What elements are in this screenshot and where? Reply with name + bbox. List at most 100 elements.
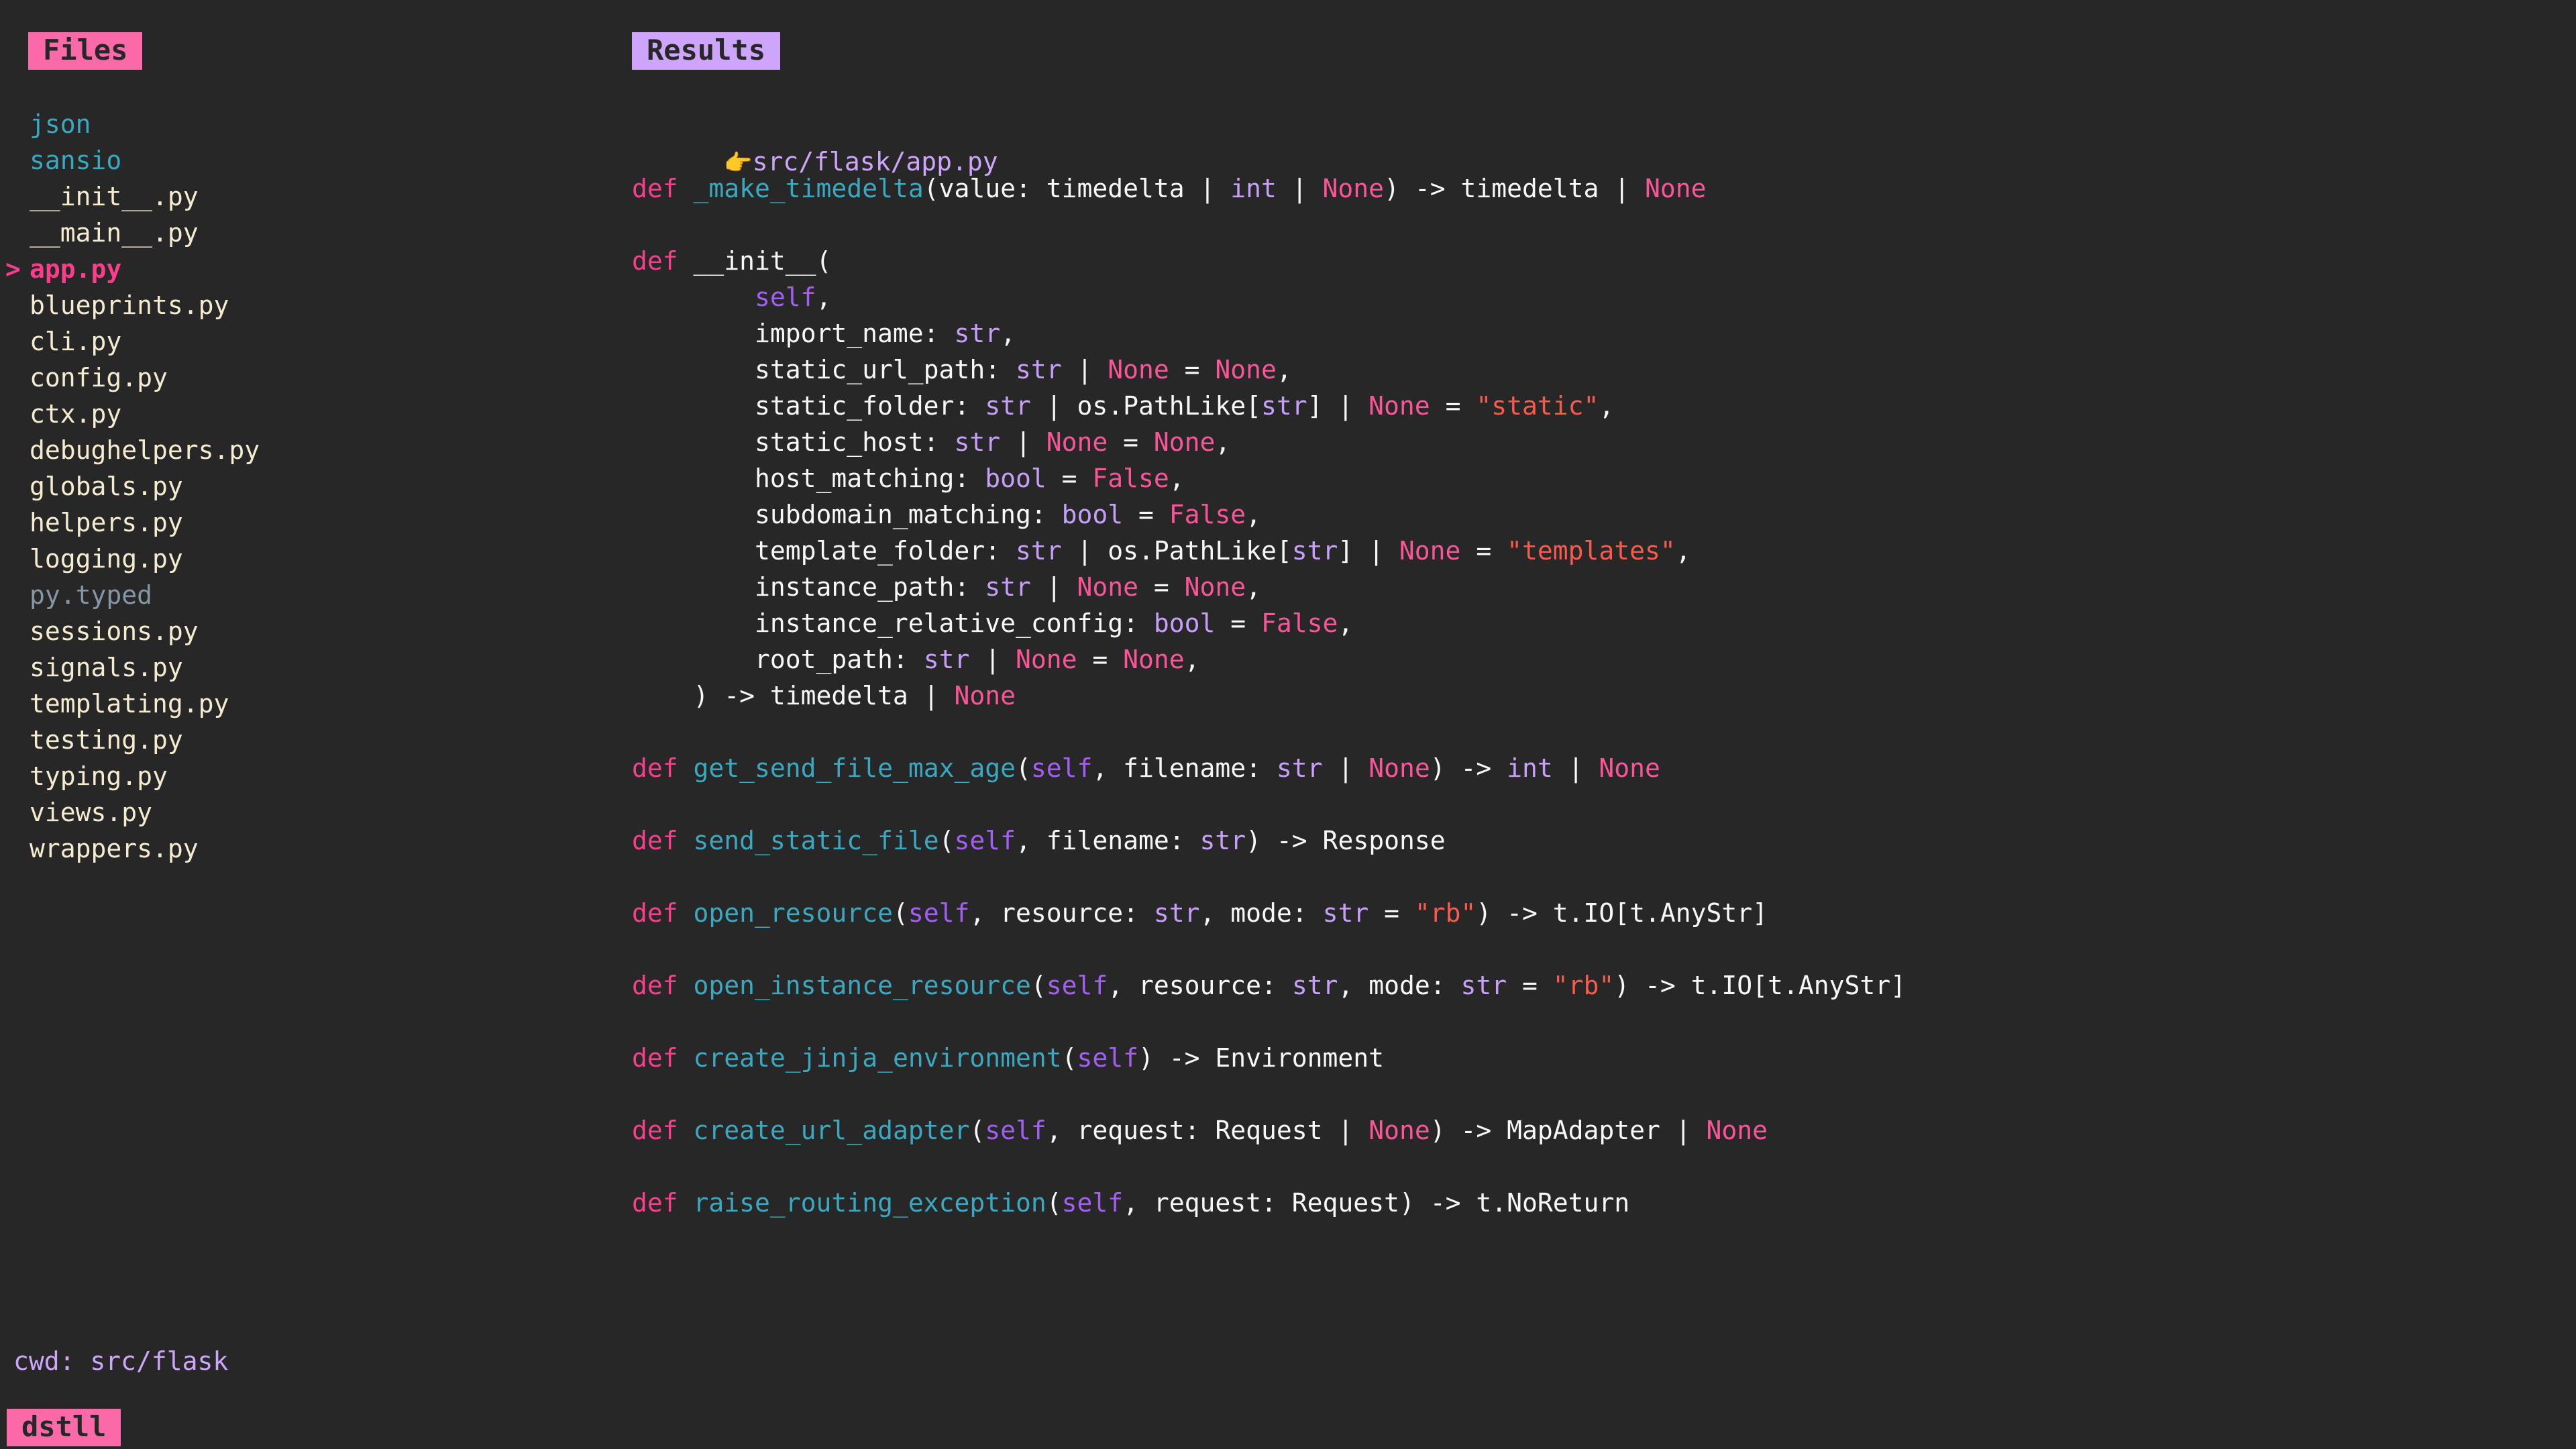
file-list-item[interactable]: blueprints.py — [0, 287, 604, 323]
code-token: "templates" — [1507, 536, 1676, 566]
code-token: ( — [938, 826, 955, 855]
code-token: ) -> MapAdapter | — [1430, 1116, 1707, 1145]
files-header-badge: Files — [28, 32, 143, 70]
code-token: = — [1108, 427, 1154, 457]
code-token: str — [1291, 536, 1338, 566]
file-list-item[interactable]: config.py — [0, 360, 604, 396]
code-line: ) -> timedelta | None — [632, 678, 1906, 714]
file-list-item[interactable]: signals.py — [0, 649, 604, 686]
code-token: def — [632, 826, 678, 855]
cwd-status: cwd: src/flask — [13, 1346, 229, 1376]
code-token: , request: Request | — [1046, 1116, 1369, 1145]
file-list-item[interactable]: helpers.py — [0, 504, 604, 541]
code-token: False — [1261, 608, 1338, 638]
code-line: self, — [632, 279, 1906, 315]
code-token: instance_path: — [632, 572, 985, 602]
file-list-item-label: config.py — [30, 363, 168, 392]
file-list-item[interactable]: templating.py — [0, 686, 604, 722]
file-list-item[interactable]: __main__.py — [0, 215, 604, 251]
file-list-item[interactable]: > app.py — [0, 251, 604, 287]
file-list-item[interactable]: wrappers.py — [0, 830, 604, 867]
code-line: def create_url_adapter(self, request: Re… — [632, 1112, 1906, 1148]
file-list-item[interactable]: logging.py — [0, 541, 604, 577]
file-list-item-label: views.py — [30, 798, 153, 827]
code-token: self — [1077, 1043, 1139, 1073]
code-token: , — [1215, 427, 1231, 457]
code-token: | — [1276, 174, 1323, 203]
code-token: ) -> timedelta | — [1384, 174, 1645, 203]
file-list-item[interactable]: json — [0, 106, 604, 142]
code-token: "rb" — [1414, 898, 1477, 928]
code-token: None — [1184, 572, 1246, 602]
file-list-item[interactable]: ctx.py — [0, 396, 604, 432]
code-token: _make_timedelta — [693, 174, 924, 203]
code-token: def — [632, 174, 678, 203]
code-token: def — [632, 1188, 678, 1218]
code-token: None — [1399, 536, 1461, 566]
code-token: None — [1706, 1116, 1768, 1145]
code-token: , filename: — [1092, 753, 1277, 783]
file-list-item[interactable]: globals.py — [0, 468, 604, 504]
code-line: root_path: str | None = None, — [632, 641, 1906, 678]
code-token: | — [1030, 572, 1077, 602]
code-token: str — [1199, 826, 1246, 855]
file-list-item[interactable]: testing.py — [0, 722, 604, 758]
code-line: def open_instance_resource(self, resourc… — [632, 967, 1906, 1004]
code-token: | — [1322, 753, 1369, 783]
file-list-item-label: wrappers.py — [30, 834, 199, 863]
file-list-item-label: typing.py — [30, 761, 168, 791]
code-token: str — [1460, 971, 1507, 1000]
file-list-item-label: json — [30, 109, 91, 139]
code-line: def _make_timedelta(value: timedelta | i… — [632, 170, 1906, 207]
code-token: self — [755, 282, 816, 312]
file-list-item[interactable]: views.py — [0, 794, 604, 830]
file-list-item-label: globals.py — [30, 472, 183, 501]
code-token: def — [632, 246, 678, 276]
code-token: str — [1153, 898, 1200, 928]
code-token: , — [1246, 572, 1262, 602]
file-list-item-label: testing.py — [30, 725, 183, 755]
code-line: def create_jinja_environment(self) -> En… — [632, 1040, 1906, 1076]
code-token: = — [1430, 391, 1477, 421]
code-token: , mode: — [1338, 971, 1461, 1000]
code-token: None — [1645, 174, 1707, 203]
code-token: self — [1061, 1188, 1124, 1218]
file-list-item[interactable]: __init__.py — [0, 178, 604, 215]
code-token: get_send_file_max_age — [693, 753, 1016, 783]
file-list-item[interactable]: debughelpers.py — [0, 432, 604, 468]
code-token: None — [1046, 427, 1108, 457]
file-list-item[interactable]: typing.py — [0, 758, 604, 794]
code-token: False — [1169, 500, 1246, 529]
code-token: = — [1138, 572, 1185, 602]
code-token: static_url_path: — [632, 355, 1016, 384]
file-list-item-label: __init__.py — [30, 182, 199, 211]
code-token: ( — [1061, 1043, 1077, 1073]
file-list-item-label: __main__.py — [30, 218, 199, 248]
code-token: , — [816, 282, 832, 312]
code-token: "static" — [1476, 391, 1599, 421]
file-list-item-label: blueprints.py — [30, 290, 229, 320]
code-token: str — [954, 319, 1001, 348]
code-token: ) -> timedelta | — [632, 681, 955, 710]
code-token: int — [1230, 174, 1277, 203]
file-list-item[interactable]: cli.py — [0, 323, 604, 360]
code-token: str — [1015, 536, 1062, 566]
code-token: | — [969, 645, 1016, 674]
code-token: , — [1000, 319, 1016, 348]
code-token: , — [1599, 391, 1615, 421]
code-line: def send_static_file(self, filename: str… — [632, 822, 1906, 859]
code-token: open_resource — [693, 898, 893, 928]
file-list-item[interactable]: sansio — [0, 142, 604, 178]
files-header: Files — [28, 32, 143, 70]
code-token: str — [1291, 971, 1338, 1000]
file-list-item[interactable]: sessions.py — [0, 613, 604, 649]
file-list-item[interactable]: py.typed — [0, 577, 604, 613]
code-token: = — [1123, 500, 1169, 529]
code-token: None — [1322, 174, 1385, 203]
